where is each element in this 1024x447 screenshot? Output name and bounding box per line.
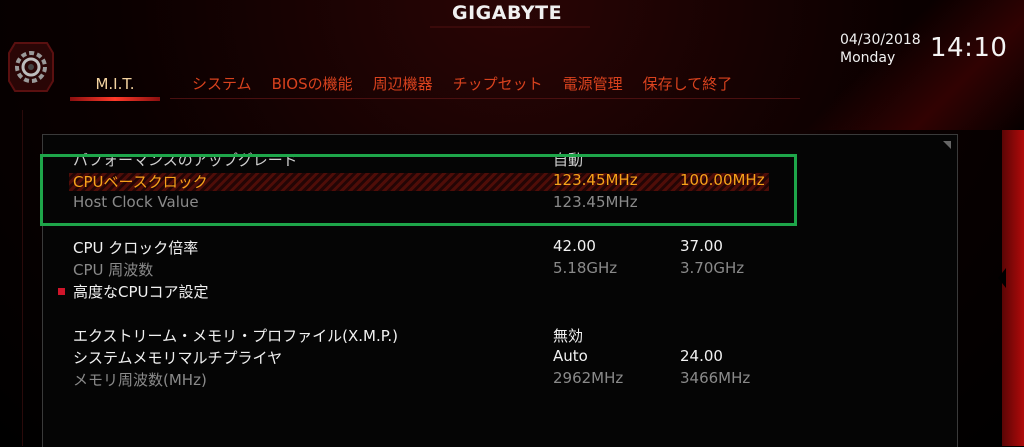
side-notch: [998, 268, 1006, 288]
brand-logo: GIGABYTE: [452, 2, 563, 24]
clock-display: 14:10: [930, 33, 1008, 63]
setting-value: 5.18GHz: [553, 259, 618, 277]
brand-divider: [430, 26, 590, 28]
setting-row-cpu-clock-ratio[interactable]: CPU クロック倍率 42.00 37.00: [43, 237, 943, 259]
setting-row-advanced-cpu-core[interactable]: 高度なCPUコア設定: [43, 281, 943, 303]
tab-chipset[interactable]: チップセット: [443, 72, 553, 96]
setting-label: 高度なCPUコア設定: [73, 283, 209, 301]
submenu-bullet-icon: [58, 288, 65, 295]
setting-label: エクストリーム・メモリ・プロファイル(X.M.P.): [73, 327, 399, 345]
tab-mit[interactable]: M.I.T.: [70, 72, 160, 101]
setting-row-cpu-frequency: CPU 周波数 5.18GHz 3.70GHz: [43, 259, 943, 281]
tab-bios-features[interactable]: BIOSの機能: [262, 72, 363, 96]
date-display: 04/30/2018 Monday: [840, 31, 921, 67]
setting-value: 123.45MHz: [553, 171, 638, 189]
setting-value: 無効: [553, 327, 584, 345]
setting-value: Auto: [553, 347, 588, 365]
tab-power-management[interactable]: 電源管理: [553, 72, 633, 96]
gear-icon[interactable]: [6, 38, 56, 96]
setting-row-memory-frequency: メモリ周波数(MHz) 2962MHz 3466MHz: [43, 369, 943, 391]
setting-value: 2962MHz: [553, 369, 624, 387]
setting-label: システムメモリマルチプライヤ: [73, 349, 283, 367]
right-frame: [998, 100, 1024, 446]
tab-peripherals[interactable]: 周辺機器: [363, 72, 443, 96]
setting-default: 3466MHz: [680, 369, 751, 387]
setting-default: 24.00: [680, 347, 723, 365]
setting-row-xmp[interactable]: エクストリーム・メモリ・プロファイル(X.M.P.) 無効: [43, 325, 943, 347]
setting-value: 42.00: [553, 237, 596, 255]
weekday-value: Monday: [840, 50, 896, 66]
corner-marker: [943, 141, 951, 149]
setting-default: 100.00MHz: [680, 171, 765, 189]
setting-row-memory-multiplier[interactable]: システムメモリマルチプライヤ Auto 24.00: [43, 347, 943, 369]
date-value: 04/30/2018: [840, 32, 921, 48]
setting-label: CPU 周波数: [73, 261, 154, 279]
setting-default: 3.70GHz: [680, 259, 745, 277]
left-frame: [0, 110, 23, 446]
tab-system[interactable]: システム: [182, 72, 262, 96]
setting-label: メモリ周波数(MHz): [73, 371, 207, 389]
top-bar: GIGABYTE 04/30/2018 Monday 14:10 M.I.T. …: [0, 0, 1024, 130]
setting-label: CPUベースクロック: [73, 173, 208, 191]
main-tabs: M.I.T. システム BIOSの機能 周辺機器 チップセット 電源管理 保存し…: [70, 72, 743, 101]
tab-divider: [170, 98, 800, 99]
setting-default: 37.00: [680, 237, 723, 255]
side-scroll-bar[interactable]: [1002, 130, 1024, 446]
setting-label: CPU クロック倍率: [73, 239, 199, 257]
tab-save-exit[interactable]: 保存して終了: [633, 72, 743, 96]
